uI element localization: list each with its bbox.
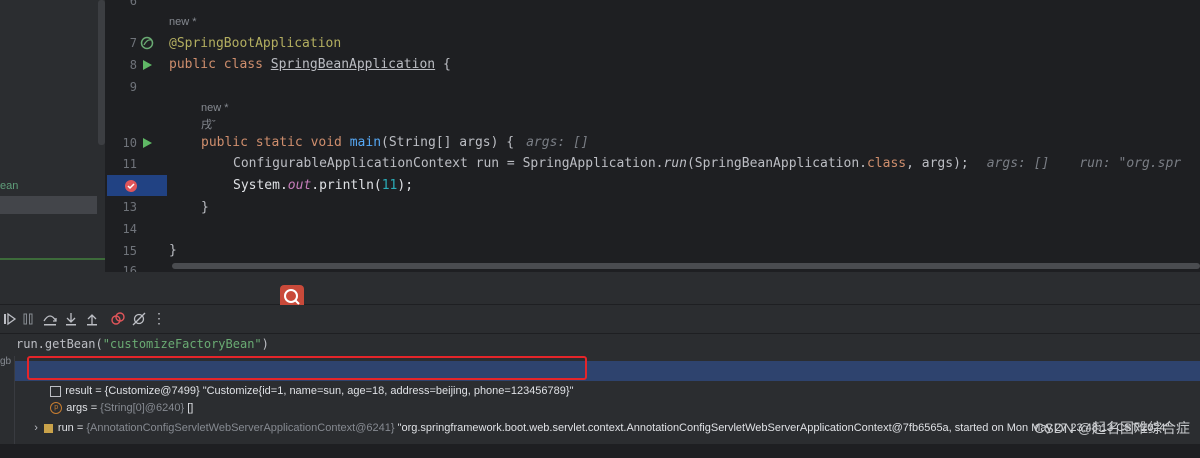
pause-icon [23,313,33,325]
step-over-button[interactable] [42,311,58,327]
debug-inline-value: args: [] [526,135,589,150]
line-number: 7 [129,36,137,50]
code-line-10: public static void main(String[] args) {… [201,133,589,153]
resume-icon [4,312,17,326]
line-number: 9 [129,80,137,94]
expression-call: run.getBean( [16,337,103,351]
breakpoint-icon[interactable] [124,179,138,193]
line-number: 15 [122,244,137,258]
breakpoints-icon [111,312,125,325]
keyword: public class [169,57,271,72]
line-number: 6 [129,0,137,8]
keyword: public static void [201,135,350,150]
mute-breakpoints-icon [132,312,146,326]
step-over-icon [43,315,57,326]
code-line-11: ConfigurableApplicationContext run = Spr… [233,154,1181,174]
watermark: CSDN @起名困难综合症 [1034,420,1190,436]
variable-type: {AnnotationConfigServletWebServerApplica… [86,422,398,434]
view-breakpoints-button[interactable] [110,311,126,327]
expression-text[interactable]: run.getBean("customizeFactoryBean") [16,337,269,351]
variable-name: run = [57,422,87,434]
run-main-icon[interactable] [140,136,154,150]
line-number: 14 [122,222,137,236]
line-number: 10 [122,136,137,150]
code-line-15: } [169,243,177,258]
step-into-button[interactable] [63,311,79,327]
evaluate-expression-field[interactable]: run.getBean("customizeFactoryBean") [0,334,1200,356]
step-out-icon [87,314,97,326]
number-literal: 11 [381,178,398,193]
panel-divider [0,258,105,260]
static-field: out [287,178,312,193]
variable-row-args[interactable]: p args = {String[0]@6240} [] [38,378,193,415]
code-segment: , args); [906,156,969,171]
field-icon [43,423,53,433]
run-class-icon[interactable] [140,58,154,72]
debug-toolbar: ⋮ [0,305,1200,334]
expand-chevron-icon[interactable]: › [34,422,38,434]
mute-breakpoints-button[interactable] [131,311,147,327]
highlight-annotation [27,356,587,380]
editor-gutter: 6 7 8 9 10 11 13 14 15 16 [105,0,167,278]
debug-tool-window-header [0,272,1200,304]
frame-label[interactable]: gb [0,356,11,367]
frames-panel[interactable]: gb [0,356,15,444]
more-options-icon[interactable]: ⋮ [151,311,167,327]
debug-inline-value: run: "org.spr [1079,156,1182,171]
code-segment: .println( [311,178,382,193]
line-number: 11 [122,157,137,171]
brace: { [435,57,451,72]
code-segment: ); [397,178,414,193]
project-tree-selected-row[interactable] [0,196,97,214]
code-segment: ConfigurableApplicationContext run = Spr… [233,156,664,171]
editor-horizontal-scrollbar[interactable] [172,263,1200,269]
class-name: SpringBeanApplication [270,57,436,72]
expression-string-arg: "customizeFactoryBean" [102,337,262,351]
variable-value: "Customize{id=1, name=sun, age=18, addre… [202,385,574,397]
project-tree-panel[interactable]: ean [0,0,105,272]
pause-button[interactable] [20,311,36,327]
code-line-13: } [201,200,209,215]
project-tree-item-label[interactable]: ean [0,180,18,192]
code-line-8: public class SpringBeanApplication { [169,55,451,75]
keyword: class [866,156,907,171]
step-into-icon [66,313,76,326]
code-segment: System. [233,178,288,193]
spring-bean-icon[interactable] [140,36,154,50]
method-call: run [663,156,687,171]
variable-row-run[interactable]: › run = {AnnotationConfigServletWebServer… [22,398,1169,434]
code-segment: (SpringBeanApplication. [686,156,867,171]
code-line-7: @SpringBootApplication [169,36,342,51]
expression-close-paren: ) [261,337,269,351]
project-tree-scrollbar[interactable] [98,0,105,145]
inlay-users-hint[interactable]: 戌ˇ [201,115,216,135]
code-line-12: System.out.println(11); [233,176,413,196]
step-out-button[interactable] [84,311,100,327]
resume-button[interactable] [2,311,18,327]
code-editor[interactable]: new * @SpringBootApplication public clas… [167,0,1200,272]
inlay-author-hint[interactable]: new * [169,12,197,32]
method-name: main [349,135,382,150]
debug-inline-value: args: [] [986,156,1050,171]
line-number: 8 [129,58,137,72]
params: (String[] args) { [381,135,515,150]
line-number: 13 [122,200,137,214]
